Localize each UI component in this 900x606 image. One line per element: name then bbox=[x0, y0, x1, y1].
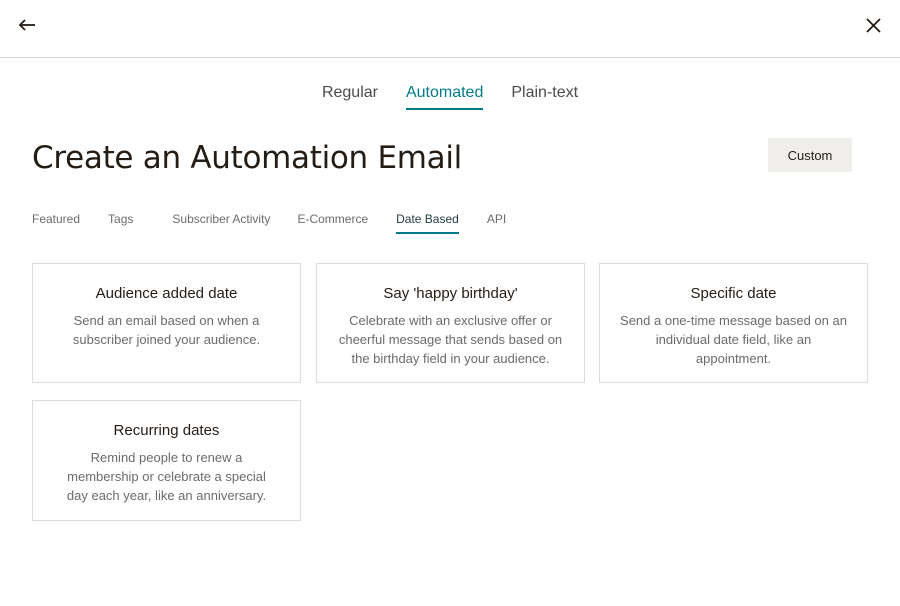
card-description: Send an email based on when a subscriber… bbox=[72, 313, 261, 347]
email-type-tabs: Regular Automated Plain-text bbox=[0, 84, 900, 110]
tab-date-based[interactable]: Date Based bbox=[396, 212, 459, 234]
tab-regular[interactable]: Regular bbox=[322, 84, 378, 108]
category-tabs: Featured Tags Subscriber Activity E-Comm… bbox=[32, 212, 506, 234]
close-icon bbox=[866, 18, 881, 33]
back-button[interactable] bbox=[14, 12, 42, 40]
tab-api[interactable]: API bbox=[487, 212, 506, 232]
card-title: Say 'happy birthday' bbox=[383, 285, 518, 302]
top-bar bbox=[0, 0, 900, 58]
close-button[interactable] bbox=[860, 12, 888, 40]
card-title: Audience added date bbox=[95, 285, 238, 302]
card-description: Send a one-time message based on an indi… bbox=[620, 313, 847, 366]
card-happy-birthday[interactable]: Say 'happy birthday' Celebrate with an e… bbox=[316, 263, 585, 383]
card-title: Specific date bbox=[690, 285, 777, 302]
card-title: Recurring dates bbox=[113, 422, 220, 439]
tab-tags[interactable]: Tags bbox=[108, 212, 133, 232]
card-description: Celebrate with an exclusive offer or che… bbox=[338, 313, 563, 366]
card-audience-added-date[interactable]: Audience added date Send an email based … bbox=[32, 263, 301, 383]
page-title: Create an Automation Email bbox=[32, 140, 462, 176]
tab-e-commerce[interactable]: E-Commerce bbox=[297, 212, 368, 232]
tab-automated[interactable]: Automated bbox=[405, 84, 484, 110]
card-recurring-dates[interactable]: Recurring dates Remind people to renew a… bbox=[32, 400, 301, 521]
custom-button[interactable]: Custom bbox=[768, 138, 852, 172]
arrow-left-icon bbox=[18, 19, 35, 31]
card-specific-date[interactable]: Specific date Send a one-time message ba… bbox=[599, 263, 868, 383]
card-description: Remind people to renew a membership or c… bbox=[66, 450, 267, 503]
tab-featured[interactable]: Featured bbox=[32, 212, 80, 232]
tab-subscriber-activity[interactable]: Subscriber Activity bbox=[172, 212, 270, 232]
tab-plain-text[interactable]: Plain-text bbox=[511, 84, 578, 108]
